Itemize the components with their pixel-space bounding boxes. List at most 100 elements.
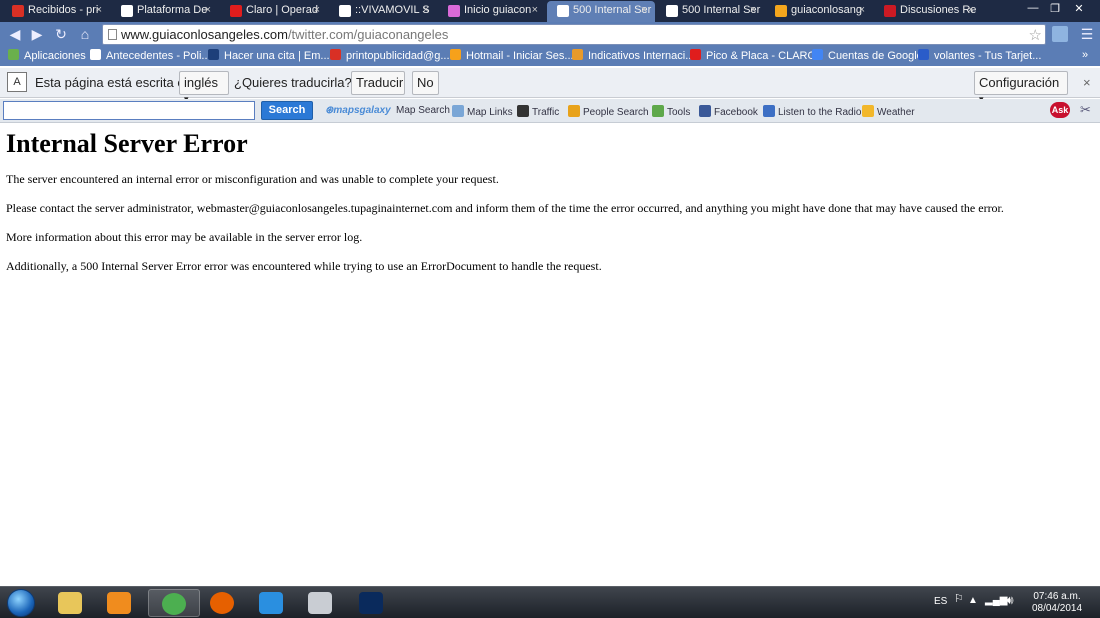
toolbar-link-label: Tools — [667, 107, 691, 118]
close-translate-icon[interactable]: × — [1083, 75, 1091, 90]
minimize-button[interactable]: — — [1022, 2, 1044, 16]
bookmark-item[interactable]: Antecedentes - Poli... — [90, 49, 211, 62]
tab[interactable]: Recibidos - pri × — [2, 1, 110, 22]
tray-expand-icon[interactable]: ▲ — [968, 595, 978, 606]
facebook-icon — [699, 105, 711, 117]
network-icon[interactable]: ▂▄▆ — [985, 595, 1007, 606]
tab[interactable]: 500 Internal Ser × — [656, 1, 764, 22]
taskbar-app-media-player[interactable] — [94, 589, 146, 617]
forward-icon[interactable]: ▶ — [28, 26, 46, 44]
radio-icon — [763, 105, 775, 117]
close-tab-icon[interactable]: × — [968, 4, 974, 16]
bookmark-item[interactable]: Hacer una cita | Em... — [208, 49, 330, 62]
weather-icon — [862, 105, 874, 117]
taskbar-app-internet-explorer[interactable] — [246, 589, 298, 617]
toolbar-link[interactable]: People Search — [568, 105, 649, 118]
taskbar-app-photoshop[interactable] — [346, 589, 398, 617]
bookmark-label: printopublicidad@g... — [346, 50, 450, 62]
keyboard-icon[interactable]: ⚐ — [954, 592, 964, 605]
toolbar-options-icon[interactable]: ✂ — [1080, 102, 1091, 118]
bookmark-label: Cuentas de Google — [828, 50, 923, 62]
taskbar-app-explorer[interactable] — [45, 589, 97, 617]
tab[interactable]: 500 Internal Ser × — [547, 1, 655, 22]
bookmark-item[interactable]: Cuentas de Google — [812, 49, 923, 62]
tab[interactable]: Plataforma De × — [111, 1, 219, 22]
close-tab-icon[interactable]: × — [750, 4, 756, 16]
bookmark-item[interactable]: Pico & Placa - CLARO — [690, 49, 816, 62]
claro-icon — [690, 49, 701, 60]
bookmark-item[interactable]: Aplicaciones — [8, 49, 86, 62]
page-icon — [121, 5, 133, 17]
toolbar-link[interactable]: Listen to the Radio — [763, 105, 861, 118]
menu-icon[interactable]: ☰ — [1078, 26, 1096, 44]
taskbar-app-firefox[interactable] — [197, 589, 249, 617]
error-title: Internal Server Error — [6, 129, 248, 158]
close-tab-icon[interactable]: × — [314, 4, 320, 16]
tab[interactable]: Claro | Operad × — [220, 1, 328, 22]
close-tab-icon[interactable]: × — [532, 4, 538, 16]
address-path: /twitter.com/guiaconangeles — [287, 27, 449, 42]
tab[interactable]: Discusiones Re × — [874, 1, 982, 22]
page-icon — [90, 49, 101, 60]
bookmark-item[interactable]: Hotmail - Iniciar Ses... — [450, 49, 574, 62]
close-tab-icon[interactable]: × — [205, 4, 211, 16]
gmail-icon — [12, 5, 24, 17]
settings-label: Configuración — [979, 75, 1060, 90]
toolbar-link[interactable]: Traffic — [517, 105, 559, 118]
close-tab-icon[interactable]: × — [641, 4, 647, 16]
toolbar-link[interactable]: Facebook — [699, 105, 758, 118]
address-bar[interactable]: www.guiaconlosangeles.com/twitter.com/gu… — [102, 24, 1046, 45]
language-indicator[interactable]: ES — [934, 596, 947, 607]
tab[interactable]: guiaconlosang × — [765, 1, 873, 22]
translate-prefix: Esta página está escrita en — [35, 75, 192, 90]
tab[interactable]: ::VIVAMOVIL S × — [329, 1, 437, 22]
translate-button[interactable]: Traducir — [351, 71, 405, 95]
clock[interactable]: 07:46 a.m. 08/04/2014 — [1028, 591, 1086, 615]
start-button[interactable] — [3, 587, 39, 618]
close-tab-icon[interactable]: × — [859, 4, 865, 16]
no-translate-button[interactable]: No — [412, 71, 439, 95]
bookmark-item[interactable]: Indicativos Internaci... — [572, 49, 694, 62]
toolbar-link[interactable]: Weather — [862, 105, 915, 118]
clock-time: 07:46 a.m. — [1033, 591, 1081, 602]
toolbar-link[interactable]: Tools — [652, 105, 690, 118]
tab[interactable]: Inicio guiacon × — [438, 1, 546, 22]
bookmark-star-icon[interactable]: ☆ — [1029, 26, 1042, 44]
toolbar-link[interactable]: Map Search — [396, 105, 450, 116]
bookmarks-overflow-icon[interactable]: » — [1082, 49, 1088, 61]
search-toolbar: ⌕▾ Search ⊛mapsgalaxy Map SearchMap Link… — [0, 99, 1100, 123]
toolbar-search-input[interactable] — [3, 101, 255, 120]
error-paragraph-3: More information about this error may be… — [6, 230, 363, 244]
map-icon — [452, 105, 464, 117]
extension-icon[interactable] — [1052, 26, 1068, 42]
tools-icon — [652, 105, 664, 117]
translate-settings-button[interactable]: Configuración ▾ — [974, 71, 1068, 104]
taskbar-app-chrome[interactable] — [148, 589, 200, 617]
home-icon[interactable]: ⌂ — [76, 26, 94, 44]
reload-icon[interactable]: ↻ — [52, 26, 70, 44]
close-tab-icon[interactable]: × — [96, 4, 102, 16]
taskbar-app-scanner[interactable] — [295, 589, 347, 617]
browser-toolbar: ◀ ▶ ↻ ⌂ www.guiaconlosangeles.com/twitte… — [0, 22, 1100, 46]
back-icon[interactable]: ◀ — [6, 26, 24, 44]
page-icon — [557, 5, 569, 17]
bookmark-item[interactable]: printopublicidad@g... — [330, 49, 450, 62]
restore-button[interactable]: ❐ — [1044, 2, 1066, 16]
language-select[interactable]: inglés ▾ — [179, 71, 229, 104]
ask-icon[interactable]: Ask — [1050, 102, 1070, 118]
volume-icon[interactable]: 🔊︎ — [1006, 593, 1014, 608]
scanner-icon — [308, 592, 332, 614]
toolbar-link-label: Map Links — [467, 107, 513, 118]
toolbar-search-button[interactable]: Search — [261, 101, 313, 120]
toolbar-link[interactable]: Map Links — [452, 105, 513, 118]
site-icon — [208, 49, 219, 60]
page-icon — [108, 29, 117, 40]
site-icon — [918, 49, 929, 60]
page-content: Internal Server Error The server encount… — [6, 128, 1094, 288]
bookmark-item[interactable]: volantes - Tus Tarjet... — [918, 49, 1041, 62]
clock-date: 08/04/2014 — [1031, 603, 1083, 614]
bookmark-label: Hotmail - Iniciar Ses... — [466, 50, 574, 62]
close-tab-icon[interactable]: × — [423, 4, 429, 16]
close-window-button[interactable]: ✕ — [1068, 2, 1090, 16]
mapsgalaxy-brand: mapsgalaxy — [333, 105, 391, 116]
